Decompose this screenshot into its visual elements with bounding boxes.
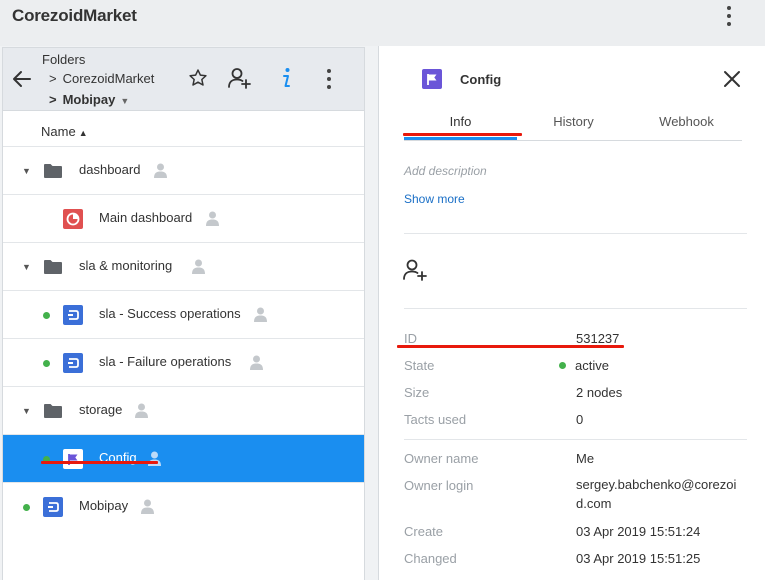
annotation-underline (397, 345, 624, 348)
close-icon[interactable] (722, 69, 742, 89)
tab-bar: Info History Webhook (403, 112, 743, 141)
divider (404, 308, 747, 309)
tacts-label: Tacts used (404, 412, 467, 427)
id-value: 531237 (576, 331, 620, 346)
folder-icon (43, 401, 63, 421)
create-value: 03 Apr 2019 15:51:24 (576, 524, 701, 539)
process-icon (63, 353, 83, 373)
more-vertical-icon[interactable] (719, 3, 739, 29)
item-name: Main dashboard (99, 210, 193, 225)
divider (404, 439, 747, 440)
user-icon (206, 211, 219, 226)
list-item[interactable]: sla - Failure operations (3, 339, 364, 387)
item-name: sla - Success operations (99, 306, 241, 321)
folder-icon (43, 257, 63, 277)
owner-login-value: sergey.babchenko@corezoid.com (576, 477, 737, 511)
sort-by-name[interactable]: Name ▲ (41, 124, 88, 139)
process-icon (43, 497, 63, 517)
tab-info[interactable]: Info (404, 114, 517, 129)
owner-name-label: Owner name (404, 451, 479, 466)
show-more-link[interactable]: Show more (404, 192, 465, 206)
tab-history[interactable]: History (517, 114, 630, 129)
add-user-icon[interactable] (227, 66, 251, 90)
top-bar: CorezoidMarket (0, 0, 765, 46)
panel-title: Config (460, 72, 502, 87)
user-icon (192, 259, 205, 274)
list-item[interactable]: Main dashboard (3, 195, 364, 243)
add-user-icon[interactable] (402, 258, 428, 282)
app-title: CorezoidMarket (12, 6, 137, 25)
user-icon (135, 403, 148, 418)
info-panel: Config Info History Webhook Add descript… (378, 46, 765, 580)
chevron-down-icon[interactable]: ▼ (22, 406, 31, 416)
list-item-selected[interactable]: Config (3, 435, 364, 483)
state-label: State (404, 358, 435, 373)
breadcrumb-level1[interactable]: > CorezoidMarket (49, 71, 154, 86)
dashboard-icon (63, 209, 83, 229)
folder-header: Folders > CorezoidMarket > Mobipay ▼ (3, 48, 364, 111)
status-dot (43, 360, 50, 367)
item-name: Mobipay (79, 498, 129, 513)
status-dot (23, 504, 30, 511)
changed-value: 03 Apr 2019 15:51:25 (576, 551, 701, 566)
item-name: dashboard (79, 162, 141, 177)
item-name: storage (79, 402, 123, 417)
info-icon[interactable] (274, 66, 298, 90)
create-label: Create (404, 524, 444, 539)
divider (404, 233, 747, 234)
more-vertical-icon[interactable] (319, 66, 339, 92)
item-name: sla - Failure operations (99, 354, 232, 369)
user-icon (141, 499, 154, 514)
breadcrumb-level2[interactable]: > Mobipay ▼ (49, 92, 129, 107)
folder-icon (43, 161, 63, 181)
size-label: Size (404, 385, 430, 400)
star-icon[interactable] (186, 66, 210, 90)
chevron-down-icon[interactable]: ▼ (22, 262, 31, 272)
list-item[interactable]: ▼ storage (3, 387, 364, 435)
description-field[interactable]: Add description (404, 164, 487, 178)
state-value: active (559, 358, 609, 373)
arrow-left-icon[interactable] (12, 70, 32, 88)
list-item[interactable]: ▼ dashboard (3, 147, 364, 195)
item-name: sla & monitoring (79, 258, 173, 273)
config-flag-icon (63, 449, 83, 469)
annotation-underline (41, 461, 158, 464)
annotation-underline (403, 133, 522, 136)
changed-label: Changed (404, 551, 457, 566)
config-flag-icon (422, 69, 442, 89)
owner-name-value: Me (576, 451, 595, 466)
owner-login-label: Owner login (404, 478, 474, 493)
list-item[interactable]: Mobipay (3, 483, 364, 531)
breadcrumb-root[interactable]: Folders (42, 52, 85, 67)
user-icon (254, 307, 267, 322)
sort-asc-icon: ▲ (78, 128, 88, 138)
folder-browser: Folders > CorezoidMarket > Mobipay ▼ Name ▲ … (2, 47, 365, 580)
column-header: Name ▲ (3, 111, 364, 147)
process-icon (63, 305, 83, 325)
user-icon (250, 355, 263, 370)
status-dot (559, 362, 566, 369)
tacts-value: 0 (576, 412, 584, 427)
status-dot (43, 312, 50, 319)
chevron-down-icon[interactable]: ▼ (22, 166, 31, 176)
size-value: 2 nodes (576, 385, 623, 400)
id-label: ID (404, 331, 417, 346)
chevron-down-icon: ▼ (120, 96, 130, 106)
list-item[interactable]: sla - Success operations (3, 291, 364, 339)
list-item[interactable]: ▼ sla & monitoring (3, 243, 364, 291)
user-icon (154, 163, 167, 178)
active-tab-indicator (404, 137, 517, 140)
tab-webhook[interactable]: Webhook (630, 114, 743, 129)
